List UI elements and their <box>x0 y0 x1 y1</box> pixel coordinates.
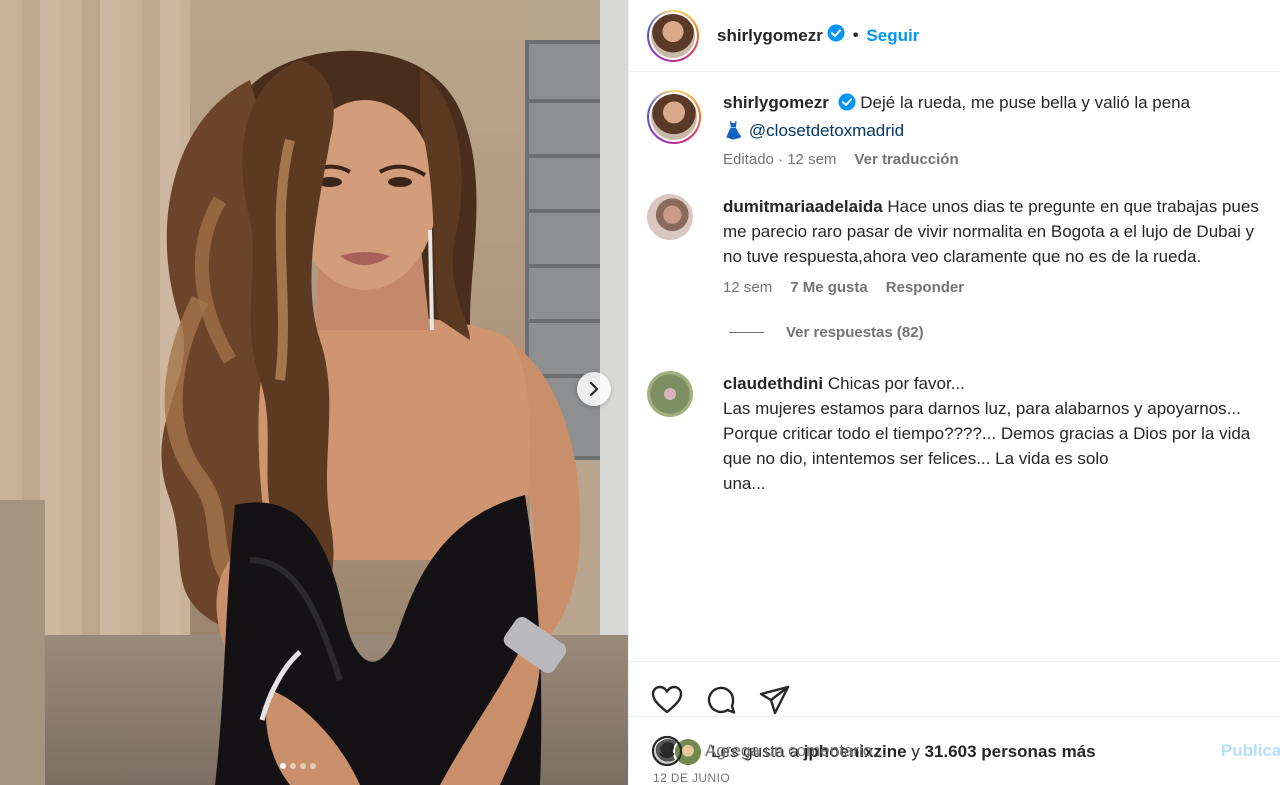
caption-text: Dejé la rueda, me puse bella y valió la … <box>860 93 1191 112</box>
comment-text-line: Porque criticar todo el tiempo????... De… <box>723 424 1251 468</box>
post-caption: shirlygomezr Dejé la rueda, me puse bell… <box>647 90 1262 168</box>
smiley-icon <box>651 735 683 767</box>
caption-mention-link[interactable]: @closetdetoxmadrid <box>749 121 904 140</box>
comment-time: 12 sem <box>723 279 773 296</box>
carousel-dot <box>280 763 286 769</box>
emoji-picker-button[interactable] <box>651 735 683 767</box>
like-button[interactable] <box>651 685 683 715</box>
caption-time: 12 sem <box>787 151 837 168</box>
comment-likes-count[interactable]: 7 Me gusta <box>790 279 868 296</box>
send-icon <box>759 685 790 714</box>
post-header: shirlygomezr • Seguir <box>629 0 1280 72</box>
verified-badge-icon <box>827 24 845 47</box>
comments-list[interactable]: shirlygomezr Dejé la rueda, me puse bell… <box>629 72 1280 661</box>
edited-label: Editado <box>723 151 774 168</box>
comment-bubble-icon <box>707 686 736 714</box>
comment-item: claudethdini Chicas por favor... Las muj… <box>647 371 1262 496</box>
next-slide-button[interactable] <box>577 372 611 406</box>
comment-item: dumitmariaadelaida Hace unos dias te pre… <box>647 194 1262 296</box>
comment-avatar[interactable] <box>647 371 693 417</box>
comment-username[interactable]: claudethdini <box>723 374 823 393</box>
author-avatar[interactable] <box>647 9 699 62</box>
caption-author-avatar[interactable] <box>647 90 701 144</box>
comment-text-line: Las mujeres estamos para darnos luz, par… <box>723 399 1241 418</box>
header-separator: • <box>852 26 859 44</box>
carousel-dot <box>310 763 316 769</box>
view-replies-button[interactable]: Ver respuestas (82) <box>729 324 1262 341</box>
comment-avatar[interactable] <box>647 194 693 240</box>
carousel-dot <box>290 763 296 769</box>
heart-icon <box>651 685 683 713</box>
carousel-dot <box>300 763 306 769</box>
replies-divider <box>729 332 764 333</box>
caption-author-username[interactable]: shirlygomezr <box>723 93 829 112</box>
woman-portrait-photo <box>161 50 581 785</box>
dress-emoji-icon: 👗 <box>723 121 745 140</box>
post-media[interactable] <box>0 0 628 785</box>
see-translation-button[interactable]: Ver traducción <box>854 151 958 168</box>
share-button[interactable] <box>759 685 791 715</box>
comment-input[interactable]: Agrega un comentario... <box>705 741 1221 761</box>
comment-text-line: una... <box>723 474 766 493</box>
comment-button[interactable] <box>705 684 737 716</box>
follow-button[interactable]: Seguir <box>866 26 919 46</box>
post-side-panel: shirlygomezr • Seguir shirlygomezr Dejé … <box>628 0 1280 785</box>
add-comment-bar: Agrega un comentario... Publicar <box>629 716 1280 785</box>
instagram-post: shirlygomezr • Seguir shirlygomezr Dejé … <box>0 0 1280 785</box>
verified-badge-icon <box>838 93 856 118</box>
publish-button[interactable]: Publicar <box>1221 741 1280 761</box>
view-replies-label: Ver respuestas (82) <box>786 324 924 341</box>
comment-username[interactable]: dumitmariaadelaida <box>723 197 883 216</box>
reply-button[interactable]: Responder <box>886 279 964 296</box>
carousel-indicator <box>280 763 316 769</box>
chevron-right-icon <box>589 382 599 396</box>
comment-text-line: Chicas por favor... <box>827 374 965 393</box>
author-username[interactable]: shirlygomezr <box>717 26 823 46</box>
